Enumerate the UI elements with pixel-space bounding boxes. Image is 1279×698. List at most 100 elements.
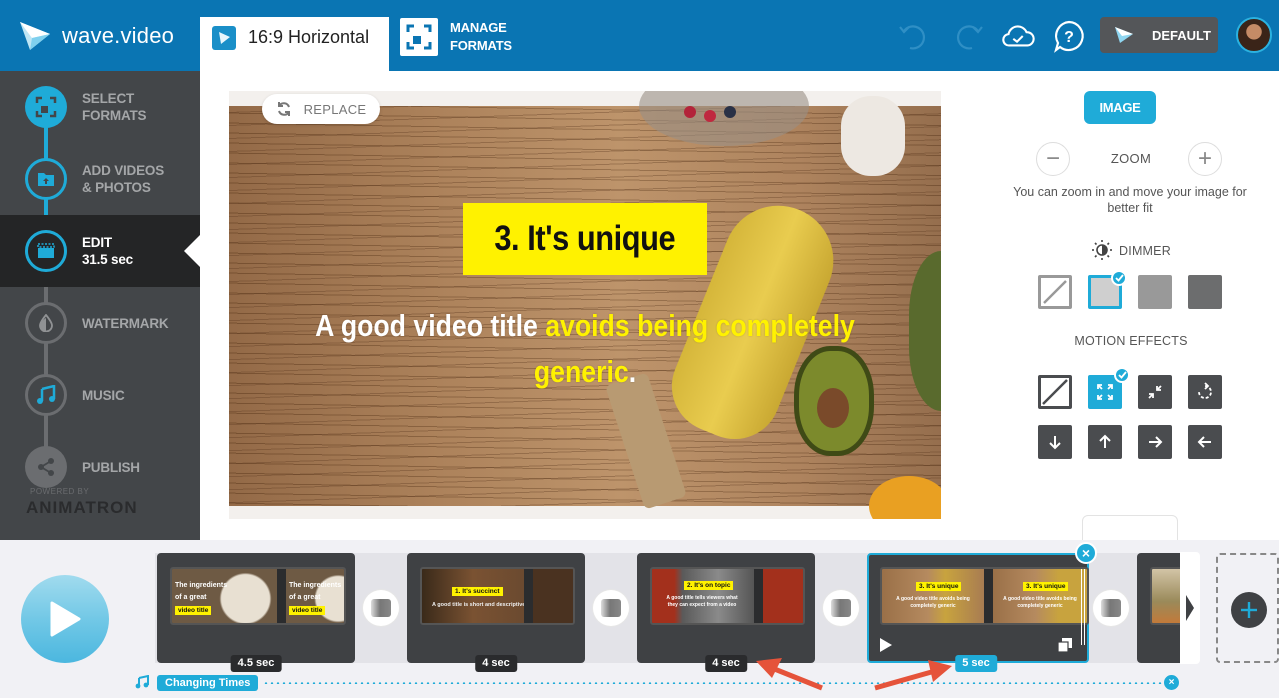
duplicate-icon[interactable]: [1057, 637, 1073, 653]
step-label: PUBLISH: [82, 459, 140, 475]
transition-button[interactable]: [363, 590, 399, 626]
brightness-icon: [1092, 240, 1113, 260]
thumb-title: The ingredients: [175, 582, 228, 589]
subtitle-text[interactable]: A good video title avoids being complete…: [313, 303, 857, 395]
yogurt-glass: [841, 96, 905, 176]
clip-thumbnail: 3. It's unique A good video title avoids…: [882, 569, 984, 623]
add-icon: [1231, 592, 1267, 628]
step-add-videos[interactable]: ADD VIDEOS & PHOTOS: [0, 143, 200, 215]
step-music[interactable]: MUSIC: [0, 359, 200, 431]
motion-pan-right-option[interactable]: [1138, 425, 1172, 459]
selected-check-icon: [1114, 367, 1130, 383]
dimmer-medium-option[interactable]: [1138, 275, 1172, 309]
thumb-tag: 2. It's on topic: [684, 581, 734, 590]
motion-zoom-out-option[interactable]: [1138, 375, 1172, 409]
replace-media-button[interactable]: REPLACE: [262, 94, 380, 124]
clip-thumbnails: 3. It's unique A good video title avoids…: [880, 567, 1089, 625]
dimmer-light-option[interactable]: [1088, 270, 1127, 309]
play-preview-button[interactable]: [21, 575, 109, 663]
delete-clip-button[interactable]: ×: [1075, 542, 1097, 564]
arrow-right-icon: [1149, 436, 1163, 448]
music-track-label[interactable]: Changing Times: [157, 675, 259, 691]
step-label: MUSIC: [82, 387, 125, 403]
motion-rotate-option[interactable]: [1188, 375, 1222, 409]
undo-icon[interactable]: [897, 18, 933, 54]
timeline-clip[interactable]: 4.: [1137, 553, 1190, 663]
motion-pan-left-option[interactable]: [1188, 425, 1222, 459]
clip-thumbnail: The ingredients of a great video title: [172, 569, 277, 623]
active-step-pointer: [184, 235, 200, 267]
replace-label: REPLACE: [303, 101, 367, 117]
step-edit[interactable]: EDIT 31.5 sec: [0, 215, 200, 287]
timeline-clip[interactable]: The ingredients of a great video title T…: [157, 553, 355, 663]
transition-icon: [601, 599, 621, 617]
step-sublabel: FORMATS: [82, 108, 147, 123]
thumb-title: of a great: [175, 594, 207, 601]
clip-thumbnail: 2. It's on topic A good title tells view…: [652, 569, 754, 623]
berry: [724, 106, 736, 118]
step-watermark[interactable]: WATERMARK: [0, 287, 200, 359]
clip-duration-selected[interactable]: 5 sec: [955, 655, 997, 672]
dimmer-dark-option[interactable]: [1188, 275, 1222, 309]
motion-pan-up-option[interactable]: [1088, 425, 1122, 459]
motion-zoom-in-option[interactable]: [1088, 367, 1130, 409]
clip-duration[interactable]: 4.5 sec: [230, 655, 282, 672]
motion-none-option[interactable]: [1038, 375, 1072, 409]
clip-thumbnails: 1. It's succinct A good title is short a…: [420, 567, 575, 625]
subtitle-white: A good video title: [315, 308, 546, 343]
motion-pan-down-option[interactable]: [1038, 425, 1072, 459]
logo[interactable]: wave.video: [18, 20, 174, 52]
clip-play-icon[interactable]: [879, 637, 893, 653]
thumb-text: A good video title avoids being complete…: [1003, 596, 1077, 609]
transition-icon: [371, 599, 391, 617]
redo-icon[interactable]: [949, 18, 985, 54]
clip-thumbnails: The ingredients of a great video title T…: [170, 567, 346, 625]
powered-by-label: POWERED BY: [30, 487, 90, 496]
clip-duration[interactable]: 4 sec: [475, 655, 517, 672]
thumb-divider: [524, 569, 533, 623]
manage-formats-button[interactable]: MANAGE FORMATS: [400, 18, 540, 56]
preset-default-button[interactable]: DEFAULT: [1100, 17, 1218, 53]
watermark-drop-icon: [25, 302, 67, 344]
play-icon: [50, 601, 81, 637]
music-track-line[interactable]: [263, 682, 1163, 684]
berry-bowl: [639, 91, 809, 146]
headline-text-box[interactable]: 3. It's unique: [463, 203, 707, 275]
step-label: EDIT: [82, 235, 112, 250]
animatron-logo: ANIMATRON: [26, 498, 138, 517]
thumb-tag: video title: [175, 606, 212, 615]
cloud-saved-icon[interactable]: [1000, 18, 1036, 54]
motion-effects-label: MOTION EFFECTS: [1074, 334, 1188, 348]
clip-duration[interactable]: 4 sec: [705, 655, 747, 672]
add-clip-button[interactable]: [1216, 553, 1279, 663]
transition-button[interactable]: [823, 590, 859, 626]
clip-thumbnails: 2. It's on topic A good title tells view…: [650, 567, 805, 625]
zoom-in-button[interactable]: +: [1188, 142, 1222, 176]
user-avatar[interactable]: [1236, 17, 1272, 53]
thumb-text: A good title tells viewers what they can…: [666, 595, 738, 608]
berry: [704, 110, 716, 122]
image-tab-button[interactable]: IMAGE: [1084, 91, 1156, 124]
expand-arrows-icon: [1097, 384, 1113, 400]
current-format-tab[interactable]: 16:9 Horizontal: [200, 17, 389, 71]
berry: [684, 106, 696, 118]
timeline-clip[interactable]: 2. It's on topic A good title tells view…: [637, 553, 815, 663]
no-motion-slash-icon: [1042, 379, 1068, 405]
collapse-arrows-icon: [1148, 385, 1162, 399]
clip-resize-handle[interactable]: [1081, 569, 1085, 645]
preset-label: DEFAULT: [1152, 27, 1211, 43]
clip-thumbnail: [763, 569, 803, 623]
timeline-scroll-right[interactable]: [1180, 552, 1200, 664]
remove-music-button[interactable]: ×: [1164, 675, 1179, 690]
step-select-formats[interactable]: SELECT FORMATS: [0, 71, 200, 143]
step-duration: 31.5 sec: [82, 252, 133, 267]
timeline-clip-selected[interactable]: 3. It's unique A good video title avoids…: [867, 553, 1089, 663]
transition-button[interactable]: [593, 590, 629, 626]
scene-preview[interactable]: REPLACE 3. It's unique A good video titl…: [229, 91, 941, 519]
clip-thumbnail: The ingredients of a great video title: [286, 569, 344, 623]
transition-button[interactable]: [1093, 590, 1129, 626]
dimmer-none-option[interactable]: [1038, 275, 1072, 309]
timeline-clip[interactable]: 1. It's succinct A good title is short a…: [407, 553, 585, 663]
thumb-divider: [984, 569, 993, 623]
help-icon[interactable]: ?: [1051, 18, 1087, 54]
